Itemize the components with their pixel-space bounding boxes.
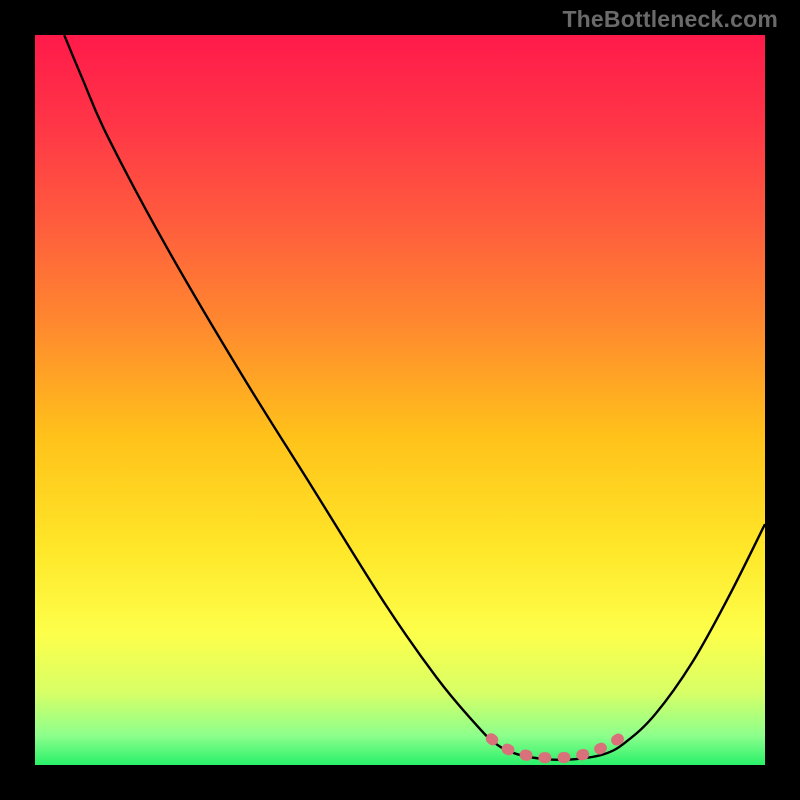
chart-container: { "watermark": "TheBottleneck.com", "cha… bbox=[0, 0, 800, 800]
watermark-text: TheBottleneck.com bbox=[562, 6, 778, 33]
gradient-background bbox=[35, 35, 765, 765]
plot-area bbox=[35, 35, 765, 765]
chart-svg bbox=[35, 35, 765, 765]
